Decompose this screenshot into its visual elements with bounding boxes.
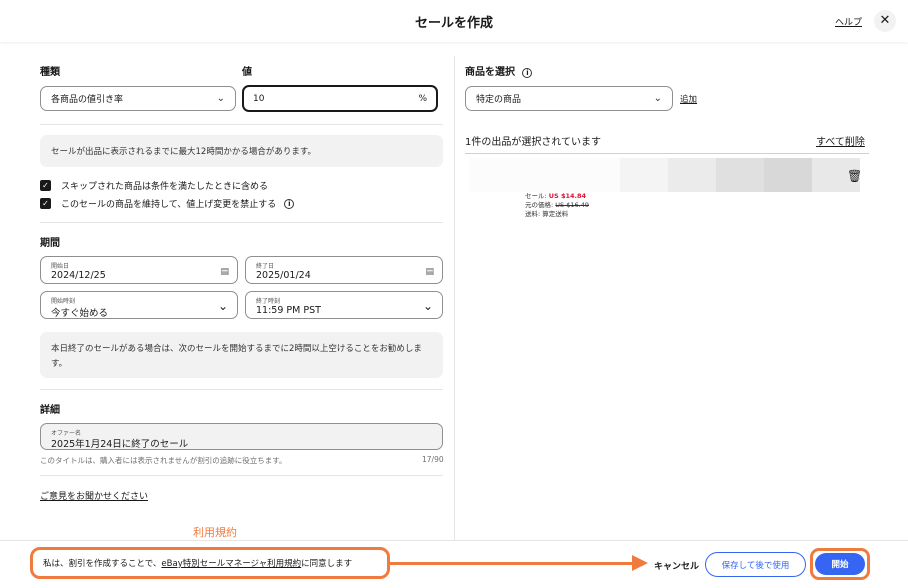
divider xyxy=(40,389,443,390)
sale-price-value: US $14.84 xyxy=(548,192,587,200)
skip-items-checkbox-row[interactable]: ✓ スキップされた商品は条件を満たしたときに含める xyxy=(40,179,268,192)
divider xyxy=(465,153,869,154)
notice-text: セールが出品に表示されるまでに最大12時間かかる場合があります。 xyxy=(51,147,316,157)
save-for-later-button[interactable]: 保存して後で使用 xyxy=(705,552,806,577)
end-date-value: 2025/01/24 xyxy=(256,270,311,281)
dialog-header: セールを作成 ヘルプ ✕ xyxy=(0,0,908,42)
divider xyxy=(40,475,443,476)
percent-unit: % xyxy=(418,93,427,104)
agree-prefix: 私は、割引を作成することで、 xyxy=(43,559,162,569)
info-icon[interactable]: i xyxy=(284,198,295,209)
add-products-link[interactable]: 追加 xyxy=(680,93,697,105)
discount-value-input[interactable]: 10 % xyxy=(242,85,438,112)
start-date-value: 2024/12/25 xyxy=(51,270,106,281)
shipping-row: 送料: 算定送料 xyxy=(525,210,569,218)
prevent-price-increase-label: このセールの商品を維持して、値上げ変更を禁止する xyxy=(61,200,277,210)
notice-box: セールが出品に表示されるまでに最大12時間かかる場合があります。 xyxy=(40,135,443,167)
chevron-down-icon: ⌄ xyxy=(216,93,225,104)
end-time-label: 終了時刻 xyxy=(256,298,281,305)
selected-count: 1件の出品が選択されています xyxy=(465,137,602,148)
select-products-text: 商品を選択 xyxy=(465,67,515,78)
end-date-field[interactable]: 終了日 2025/01/24 ▤ xyxy=(245,256,443,284)
divider xyxy=(40,222,443,223)
start-button[interactable]: 開始 xyxy=(815,553,865,575)
info-icon[interactable]: i xyxy=(522,68,533,78)
period-label: 期間 xyxy=(40,238,60,249)
start-time-select[interactable]: 開始時刻 今すぐ始める ⌄ xyxy=(40,291,238,319)
trash-icon[interactable]: 🗑 xyxy=(847,169,862,183)
offer-name-caption: このタイトルは、購入者には表示されませんが割引の追跡に役立ちます。 xyxy=(40,456,287,465)
discount-type-value: 各商品の値引き率 xyxy=(51,95,124,105)
checkbox-checked-icon[interactable]: ✓ xyxy=(40,198,51,209)
period-notice-box: 本日終了のセールがある場合は、次のセールを開始するまでに2時間以上空けることをお… xyxy=(40,332,443,378)
start-button-highlight: 開始 xyxy=(810,548,870,580)
offer-name-field[interactable]: オファー名 2025年1月24日に終了のセール xyxy=(40,423,443,450)
prevent-price-increase-checkbox-row[interactable]: ✓ このセールの商品を維持して、値上げ変更を禁止する i xyxy=(40,197,295,210)
help-link[interactable]: ヘルプ xyxy=(835,15,862,28)
feedback-link[interactable]: ご意見をお聞かせください xyxy=(40,489,148,502)
column-divider xyxy=(454,56,455,540)
product-scope-value: 特定の商品 xyxy=(476,95,522,105)
period-notice-text: 本日終了のセールがある場合は、次のセールを開始するまでに2時間以上空けることをお… xyxy=(51,344,422,369)
sale-price-label: セール: xyxy=(525,192,549,200)
annotation-arrow-head xyxy=(632,555,648,571)
calendar-icon[interactable]: ▤ xyxy=(220,267,229,277)
chevron-down-icon: ⌄ xyxy=(217,299,228,313)
terms-annotation: 利用規約 xyxy=(193,526,237,539)
start-time-value: 今すぐ始める xyxy=(51,308,109,319)
value-label: 値 xyxy=(242,67,252,78)
start-date-field[interactable]: 開始日 2024/12/25 ▤ xyxy=(40,256,238,284)
offer-name-count: 17/90 xyxy=(422,455,444,464)
end-time-value: 11:59 PM PST xyxy=(256,305,321,316)
checkbox-checked-icon[interactable]: ✓ xyxy=(40,180,51,191)
terms-link[interactable]: eBay特別セールマネージャ利用規約 xyxy=(161,557,301,569)
annotation-arrow xyxy=(390,562,635,565)
end-date-label: 終了日 xyxy=(256,263,275,270)
end-time-select[interactable]: 終了時刻 11:59 PM PST ⌄ xyxy=(245,291,443,319)
skip-items-label: スキップされた商品は条件を満たしたときに含める xyxy=(61,182,269,192)
select-products-label: 商品を選択 i xyxy=(465,63,533,78)
original-price-label: 元の価格: xyxy=(525,201,556,209)
sale-price-row: セール: US $14.84 xyxy=(525,192,589,201)
remove-all-link[interactable]: すべて削除 xyxy=(816,133,865,148)
dialog-title: セールを作成 xyxy=(414,16,493,31)
start-time-label: 開始時刻 xyxy=(51,298,76,305)
discount-value-text: 10 xyxy=(253,93,265,104)
product-scope-select[interactable]: 特定の商品 ⌄ xyxy=(465,86,673,111)
product-prices: セール: US $14.84 元の価格: US $16.49 送料: 算定送料 xyxy=(525,192,589,219)
close-icon[interactable]: ✕ xyxy=(874,10,896,32)
details-label: 詳細 xyxy=(40,405,60,416)
cancel-button[interactable]: キャンセル xyxy=(654,559,699,572)
calendar-icon[interactable]: ▤ xyxy=(425,267,434,277)
product-thumbnail-strip xyxy=(470,158,860,192)
agree-suffix: に同意します xyxy=(301,559,353,569)
divider xyxy=(40,124,443,125)
agreement-text-box: 私は、割引を作成することで、 eBay特別セールマネージャ利用規約 に同意します xyxy=(30,547,390,579)
type-label: 種類 xyxy=(40,67,60,78)
offer-name-value: 2025年1月24日に終了のセール xyxy=(51,439,189,450)
chevron-down-icon: ⌄ xyxy=(653,93,662,104)
start-date-label: 開始日 xyxy=(51,263,70,270)
original-price-row: 元の価格: US $16.49 xyxy=(525,201,589,210)
discount-type-select[interactable]: 各商品の値引き率 ⌄ xyxy=(40,86,236,111)
original-price-value: US $16.49 xyxy=(555,201,589,209)
footer-divider xyxy=(0,540,908,541)
chevron-down-icon: ⌄ xyxy=(422,299,433,313)
